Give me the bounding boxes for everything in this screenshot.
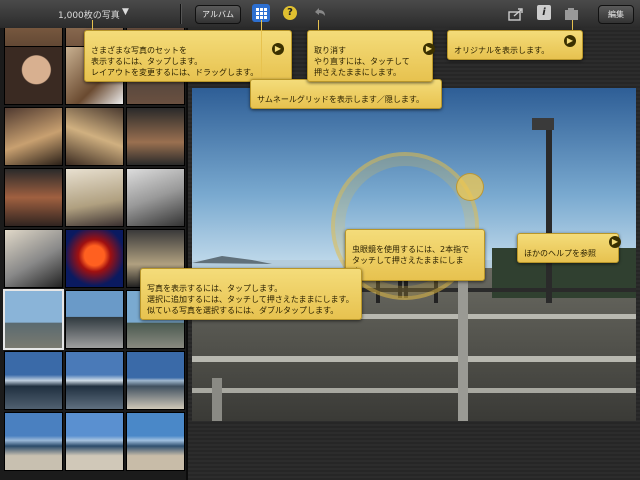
thumbnail[interactable] [65,229,124,288]
thumbnail[interactable] [65,290,124,349]
thumbnail[interactable] [4,412,63,471]
thumbnail[interactable] [126,412,185,471]
thumbnail[interactable] [65,107,124,166]
tip-loupe: 虫眼鏡を使用するには、2本指で タッチして押さえたままにします。 [345,229,485,281]
thumbnail[interactable] [126,107,185,166]
toolbar: 1,000枚の写真 ▼ アルバム ? i 編集 [0,0,640,29]
toolbar-separator [180,4,182,24]
loupe-handle-icon[interactable] [456,173,484,201]
tip-text: 虫眼鏡を使用するには、2本指で タッチして押さえたままにします。 [352,245,470,276]
thumbnail[interactable] [126,168,185,227]
thumbnail[interactable] [65,168,124,227]
tip-help[interactable]: ほかのヘルプを参照 [517,233,619,263]
thumbnail-selected[interactable] [3,289,64,350]
tip-text: サムネールグリッドを表示します／隠します。 [257,95,425,104]
tip-grid: サムネールグリッドを表示します／隠します。 [250,79,442,109]
thumbnail-sidebar[interactable] [0,28,188,480]
tip-text: 取り消す やり直すには、タッチして 押さえたままにします。 [314,46,410,77]
thumbnail[interactable] [4,46,63,105]
edit-button[interactable]: 編集 [598,5,634,24]
tip-connector [261,20,262,80]
undo-icon[interactable] [311,5,327,25]
tip-original: オリジナルを表示します。 [447,30,583,60]
thumbnail[interactable] [4,168,63,227]
thumbnail[interactable] [4,107,63,166]
thumbnail[interactable] [4,351,63,410]
tip-undo: 取り消す やり直すには、タッチして 押さえたままにします。 [307,30,433,82]
chevron-down-icon[interactable]: ▼ [122,7,129,17]
tip-text: オリジナルを表示します。 [454,46,550,55]
arrow-right-icon[interactable]: ▶ [609,236,621,248]
arrow-right-icon[interactable]: ▶ [564,35,576,47]
tip-text: ほかのヘルプを参照 [524,249,596,258]
tip-text: さまざまな写真のセットを 表示するには、タップします。 レイアウトを変更するには… [91,46,259,77]
thumbnail[interactable] [126,351,185,410]
help-icon[interactable]: ? [283,6,297,20]
share-icon[interactable] [508,6,524,25]
thumbnail[interactable] [4,229,63,288]
album-button[interactable]: アルバム [195,5,241,24]
arrow-right-icon[interactable]: ▶ [272,43,284,55]
tip-photos: 写真を表示するには、タップします。 選択に追加するには、タッチして押さえたままに… [140,268,362,320]
info-icon[interactable]: i [537,5,551,20]
thumbnail[interactable] [65,412,124,471]
thumbnail[interactable] [65,351,124,410]
photo-count[interactable]: 1,000枚の写真 [58,8,120,21]
arrow-right-icon[interactable]: ▶ [423,43,435,55]
tip-text: 写真を表示するには、タップします。 選択に追加するには、タッチして押さえたままに… [147,284,354,315]
